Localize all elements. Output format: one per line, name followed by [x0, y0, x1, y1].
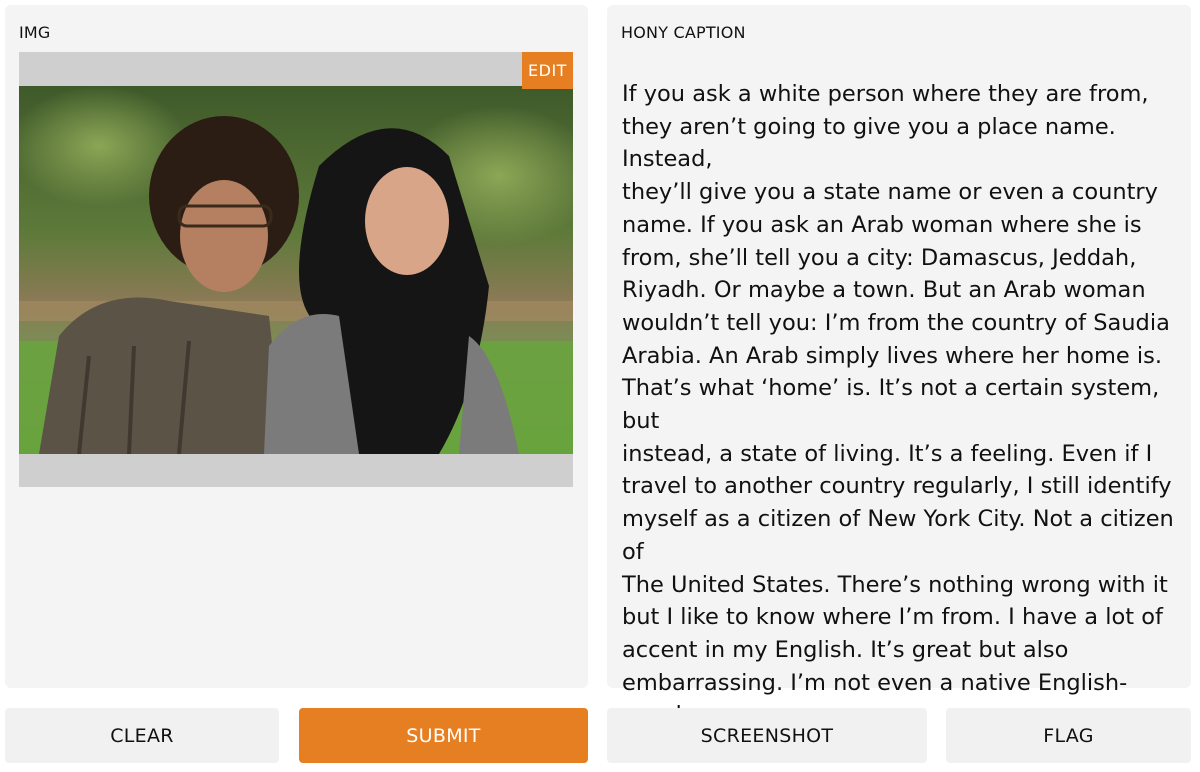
caption-text: If you ask a white person where they are… [622, 81, 1174, 728]
clear-button[interactable]: CLEAR [5, 708, 279, 763]
image-frame: EDIT [19, 52, 573, 487]
screenshot-button[interactable]: SCREENSHOT [607, 708, 927, 763]
image-panel-label: IMG [19, 23, 51, 42]
submit-button[interactable]: SUBMIT [299, 708, 588, 763]
caption-panel-label: HONY CAPTION [621, 23, 746, 42]
caption-panel: HONY CAPTION If you ask a white person w… [607, 5, 1191, 728]
image-panel: IMG EDIT [5, 5, 588, 688]
flag-button[interactable]: FLAG [946, 708, 1191, 763]
photo-image [19, 86, 573, 454]
edit-button[interactable]: EDIT [522, 52, 573, 89]
